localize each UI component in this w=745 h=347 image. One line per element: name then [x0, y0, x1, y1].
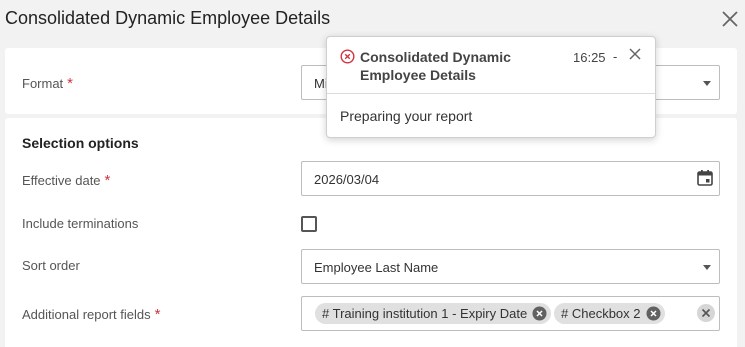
required-mark: * — [104, 172, 111, 189]
chip-label: # Checkbox 2 — [561, 306, 641, 321]
clear-all-icon[interactable] — [696, 303, 716, 323]
field-chip[interactable]: # Checkbox 2 — [554, 303, 665, 324]
close-icon[interactable] — [720, 9, 740, 29]
error-circle-icon — [340, 49, 355, 64]
additional-fields-label: Additional report fields * — [22, 306, 161, 323]
toast-time: 16:25 — [573, 50, 606, 65]
selection-card: Selection options Effective date * 2026/0… — [5, 118, 737, 347]
toast-divider — [327, 93, 655, 94]
additional-fields-multiselect[interactable]: # Training institution 1 - Expiry Date #… — [301, 296, 720, 331]
required-mark: * — [67, 75, 74, 92]
effective-date-input[interactable]: 2026/03/04 — [301, 161, 720, 196]
remove-chip-icon[interactable] — [646, 306, 661, 321]
chip-label: # Training institution 1 - Expiry Date — [322, 306, 528, 321]
format-label: Format * — [22, 75, 74, 92]
toast-title: Consolidated Dynamic Employee Details — [360, 49, 511, 83]
calendar-icon[interactable] — [696, 169, 714, 187]
chevron-down-icon — [703, 81, 711, 86]
effective-date-label: Effective date * — [22, 172, 111, 189]
sort-order-value: Employee Last Name — [314, 260, 439, 275]
remove-chip-icon[interactable] — [532, 306, 547, 321]
include-terminations-label: Include terminations — [22, 216, 139, 231]
notification-toast: Consolidated Dynamic Employee Details 16… — [326, 36, 656, 138]
sort-order-select[interactable]: Employee Last Name — [301, 249, 720, 284]
toast-message: Preparing your report — [340, 108, 473, 124]
effective-date-value: 2026/03/04 — [314, 172, 380, 187]
toast-minimize[interactable]: - — [613, 49, 617, 64]
close-icon[interactable] — [627, 46, 643, 62]
dialog-title: Consolidated Dynamic Employee Details — [5, 8, 331, 28]
sort-order-label: Sort order — [22, 258, 80, 273]
field-chip[interactable]: # Training institution 1 - Expiry Date — [315, 303, 552, 324]
section-title: Selection options — [22, 135, 139, 151]
chevron-down-icon — [703, 265, 711, 270]
required-mark: * — [154, 306, 161, 323]
include-terminations-checkbox[interactable] — [301, 216, 317, 232]
